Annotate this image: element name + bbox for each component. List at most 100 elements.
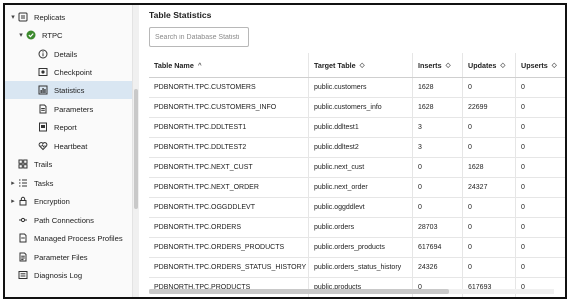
table-scroll-thumb[interactable] (149, 289, 449, 294)
sidebar-item-diagnosis-log[interactable]: Diagnosis Log (9, 266, 82, 284)
table-cell: PDBNORTH.TPC.NEXT_ORDER (149, 178, 309, 197)
chevron-icon[interactable]: ▸ (9, 197, 17, 205)
sidebar-item-statistics[interactable]: Statistics (5, 81, 132, 99)
sidebar-item-replicats[interactable]: ▾ Replicats (9, 8, 65, 26)
sidebar-item-label: Tasks (34, 178, 54, 188)
table-row[interactable]: PDBNORTH.TPC.PRODUCTS public.products 0 617… (149, 278, 565, 297)
column-header[interactable]: Updates ◇ (463, 53, 516, 77)
sidebar-item-label: Heartbeat (54, 141, 88, 151)
sidebar-item-label: Path Connections (34, 215, 94, 225)
table-row[interactable]: PDBNORTH.TPC.NEXT_ORDER public.next_order… (149, 178, 565, 198)
table-cell: 0 (463, 118, 516, 137)
sidebar-scroll-thumb[interactable] (134, 89, 138, 209)
sidebar-item-label: Managed Process Profiles (34, 233, 123, 243)
table-cell: PDBNORTH.TPC.ORDERS (149, 218, 309, 237)
sort-icon[interactable]: ◇ (500, 61, 505, 69)
search-input[interactable] (149, 27, 249, 47)
table-cell: public.customers_info (309, 98, 413, 117)
table-cell: PDBNORTH.TPC.NEXT_CUST (149, 158, 309, 177)
table-cell: 1628 (463, 158, 516, 177)
table-cell: public.orders (309, 218, 413, 237)
sidebar-item-rtpc[interactable]: ▾ RTPC (17, 26, 63, 44)
table-cell: 3 (413, 118, 463, 137)
sidebar-item-report[interactable]: Report (37, 118, 77, 136)
table-row[interactable]: PDBNORTH.TPC.ORDERS_PRODUCTS public.order… (149, 238, 565, 258)
sidebar-item-label: Encryption (34, 196, 70, 206)
status-ok-icon (25, 29, 37, 41)
table-cell: 617693 (463, 278, 516, 297)
table-cell: 22699 (463, 98, 516, 117)
lock-icon (17, 195, 29, 207)
sidebar-item-tasks[interactable]: ▸ Tasks (9, 174, 53, 192)
trails-icon (17, 158, 29, 170)
table-cell: 0 (521, 204, 525, 211)
table-row[interactable]: PDBNORTH.TPC.OGGDDLEVT public.oggddlevt 0 0… (149, 198, 565, 218)
sidebar-item-details[interactable]: Details (37, 45, 77, 63)
sidebar-scrollbar[interactable] (133, 5, 139, 297)
table-cell: PDBNORTH.TPC.ORDERS_PRODUCTS (149, 238, 309, 257)
sidebar-item-checkpoint[interactable]: Checkpoint (37, 63, 92, 81)
table-cell: public.ddltest2 (309, 138, 413, 157)
table-row[interactable]: PDBNORTH.TPC.CUSTOMERS_INFO public.custom… (149, 98, 565, 118)
table-cell: 3 (413, 138, 463, 157)
main-panel: Table Statistics Table Name ^ Target Table… (143, 5, 565, 297)
sidebar-item-path-connections[interactable]: Path Connections (9, 211, 94, 229)
table-cell: public.next_cust (309, 158, 413, 177)
table-cell: PDBNORTH.TPC.ORDERS_STATUS_HISTORY (149, 258, 309, 277)
table-cell: 0 (413, 178, 463, 197)
table-cell: public.orders_status_history (309, 258, 413, 277)
table-cell: PDBNORTH.TPC.DDLTEST2 (149, 138, 309, 157)
column-header-label: Table Name (154, 60, 194, 70)
table-cell: 0 (521, 84, 525, 91)
table-cell: PDBNORTH.TPC.DDLTEST1 (149, 118, 309, 137)
table-cell: public.next_order (309, 178, 413, 197)
table-cell: 24327 (463, 178, 516, 197)
chevron-icon[interactable]: ▾ (9, 13, 17, 21)
heartbeat-icon (37, 140, 49, 152)
table-cell: 617694 (413, 238, 463, 257)
table-cell: 0 (521, 264, 525, 271)
report-icon (37, 121, 49, 133)
table-cell: 0 (463, 218, 516, 237)
table-cell: 0 (521, 224, 525, 231)
app-frame: ▾ Replicats ▾ RTPC Details Checkpoint Statisti… (3, 3, 567, 299)
table-row[interactable]: PDBNORTH.TPC.NEXT_CUST public.next_cust 0 1… (149, 158, 565, 178)
table-horizontal-scrollbar[interactable] (149, 289, 554, 294)
sidebar-item-trails[interactable]: Trails (9, 155, 52, 173)
table-cell: 0 (521, 124, 525, 131)
table-row[interactable]: PDBNORTH.TPC.DDLTEST2 public.ddltest2 3 0 0 (149, 138, 565, 158)
table-cell: PDBNORTH.TPC.OGGDDLEVT (149, 198, 309, 217)
column-header[interactable]: Table Name ^ (149, 53, 309, 77)
sidebar-item-heartbeat[interactable]: Heartbeat (37, 137, 87, 155)
page-title: Table Statistics (149, 10, 212, 20)
sidebar-item-label: Details (54, 49, 78, 59)
sidebar-item-managed-process-profiles[interactable]: Managed Process Profiles (9, 229, 123, 247)
sidebar-item-label: Parameters (54, 104, 94, 114)
sort-icon[interactable]: ◇ (552, 61, 557, 69)
sidebar-item-parameter-files[interactable]: Parameter Files (9, 248, 88, 266)
table-cell: 24326 (413, 258, 463, 277)
table-cell: 0 (413, 278, 463, 297)
sort-icon[interactable]: ◇ (446, 61, 451, 69)
sort-icon[interactable]: ◇ (360, 61, 365, 69)
chevron-icon[interactable]: ▾ (17, 31, 25, 39)
column-header[interactable]: Target Table ◇ (309, 53, 413, 77)
table-row[interactable]: PDBNORTH.TPC.DDLTEST1 public.ddltest1 3 0 0 (149, 118, 565, 138)
table-header-row: Table Name ^ Target Table ◇ Inserts ◇ Updates ◇… (149, 53, 565, 78)
sidebar-item-label: Diagnosis Log (34, 270, 83, 280)
table-cell: 0 (463, 78, 516, 97)
table-row[interactable]: PDBNORTH.TPC.ORDERS_STATUS_HISTORY public… (149, 258, 565, 278)
document-icon (37, 103, 49, 115)
table-row[interactable]: PDBNORTH.TPC.CUSTOMERS public.customers 16… (149, 78, 565, 98)
column-header-label: Inserts (418, 60, 442, 70)
sort-icon[interactable]: ^ (198, 62, 202, 69)
table-row[interactable]: PDBNORTH.TPC.ORDERS public.orders 28703 0 0 (149, 218, 565, 238)
column-header[interactable]: Upserts ◇ (516, 53, 565, 77)
table-cell: PDBNORTH.TPC.CUSTOMERS (149, 78, 309, 97)
table-cell: public.products (309, 278, 413, 297)
sidebar-item-parameters[interactable]: Parameters (37, 100, 93, 118)
chevron-icon[interactable]: ▸ (9, 179, 17, 187)
table-cell: 0 (521, 104, 525, 111)
sidebar-item-encryption[interactable]: ▸ Encryption (9, 192, 70, 210)
column-header[interactable]: Inserts ◇ (413, 53, 463, 77)
